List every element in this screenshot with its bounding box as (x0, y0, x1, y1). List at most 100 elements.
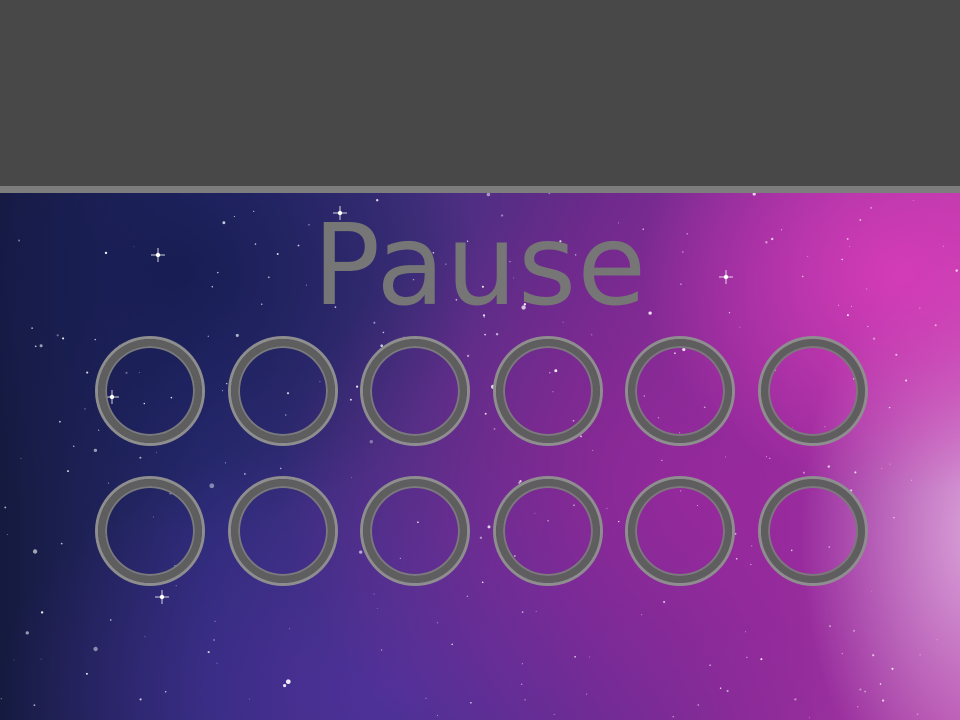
star (872, 337, 876, 340)
star (912, 200, 914, 202)
star (40, 658, 42, 660)
star (60, 542, 63, 545)
star (852, 629, 856, 632)
star (72, 445, 75, 448)
star (4, 506, 7, 509)
star (288, 628, 291, 630)
star (697, 704, 700, 706)
star (39, 344, 43, 348)
slot-ring-r1-c5[interactable] (628, 339, 732, 443)
star (709, 664, 711, 667)
star (436, 622, 439, 624)
panel-divider (0, 186, 960, 193)
star (586, 693, 588, 695)
star (829, 625, 831, 627)
star (867, 326, 869, 328)
star (32, 549, 38, 554)
star (905, 379, 908, 382)
star (436, 714, 438, 716)
star (466, 595, 469, 598)
star (548, 193, 551, 195)
star (857, 706, 859, 708)
star (521, 611, 524, 613)
slot-ring-r1-c2[interactable] (230, 339, 335, 443)
star (524, 699, 526, 701)
star (589, 656, 591, 658)
star (285, 679, 291, 685)
star (470, 701, 472, 704)
star (535, 610, 537, 613)
star (85, 672, 88, 675)
star (911, 479, 912, 481)
star (33, 704, 36, 707)
star (841, 652, 843, 655)
star (895, 353, 898, 356)
star (888, 406, 891, 409)
star (214, 620, 216, 623)
star (486, 193, 491, 197)
star (376, 608, 378, 609)
slot-grid (92, 333, 872, 595)
star (889, 463, 891, 465)
star (59, 420, 61, 423)
star (882, 699, 885, 702)
slot-ring-r2-c3[interactable] (363, 479, 467, 583)
pause-title: Pause (312, 201, 648, 331)
top-panel (0, 0, 960, 186)
star (164, 691, 167, 693)
star (451, 643, 453, 646)
star (248, 698, 250, 700)
star (84, 408, 86, 410)
star (93, 646, 98, 652)
star (67, 470, 69, 473)
slot-ring-r2-c2[interactable] (230, 479, 335, 583)
star (746, 656, 748, 659)
star (25, 631, 29, 635)
star (216, 662, 218, 664)
star (872, 654, 875, 657)
slot-ring-r2-c1[interactable] (98, 479, 202, 583)
star (881, 467, 883, 469)
star (56, 334, 59, 337)
slot-ring-r1-c6[interactable] (760, 339, 865, 443)
game-screen: Pause (0, 0, 960, 720)
slot-ring-r1-c1[interactable] (98, 339, 202, 443)
star (760, 658, 763, 661)
star (34, 345, 37, 348)
star (31, 327, 34, 330)
star (919, 654, 921, 656)
star (521, 663, 524, 665)
star (719, 687, 722, 689)
star (879, 683, 882, 685)
star (891, 667, 894, 670)
slot-ring-r1-c3[interactable] (363, 339, 467, 443)
star (86, 371, 89, 374)
star (808, 717, 810, 719)
star (672, 716, 674, 718)
star (7, 534, 8, 536)
slot-ring-r2-c4[interactable] (495, 479, 600, 583)
star (144, 636, 146, 638)
star (574, 655, 576, 658)
star (916, 713, 919, 715)
star (110, 619, 112, 621)
star (794, 698, 797, 701)
star (752, 193, 756, 196)
star (425, 697, 427, 699)
star (20, 458, 22, 460)
star (521, 683, 523, 685)
star (739, 326, 741, 328)
star (726, 689, 729, 693)
star (553, 714, 555, 716)
star (40, 611, 44, 614)
star (283, 684, 287, 688)
star (640, 613, 643, 616)
star (859, 688, 862, 691)
slot-ring-r2-c6[interactable] (760, 479, 865, 583)
slot-ring-r1-c4[interactable] (495, 339, 600, 443)
star (936, 639, 938, 641)
star (0, 698, 2, 700)
star (207, 651, 210, 654)
slot-ring-r2-c5[interactable] (628, 479, 732, 583)
star (893, 516, 895, 519)
